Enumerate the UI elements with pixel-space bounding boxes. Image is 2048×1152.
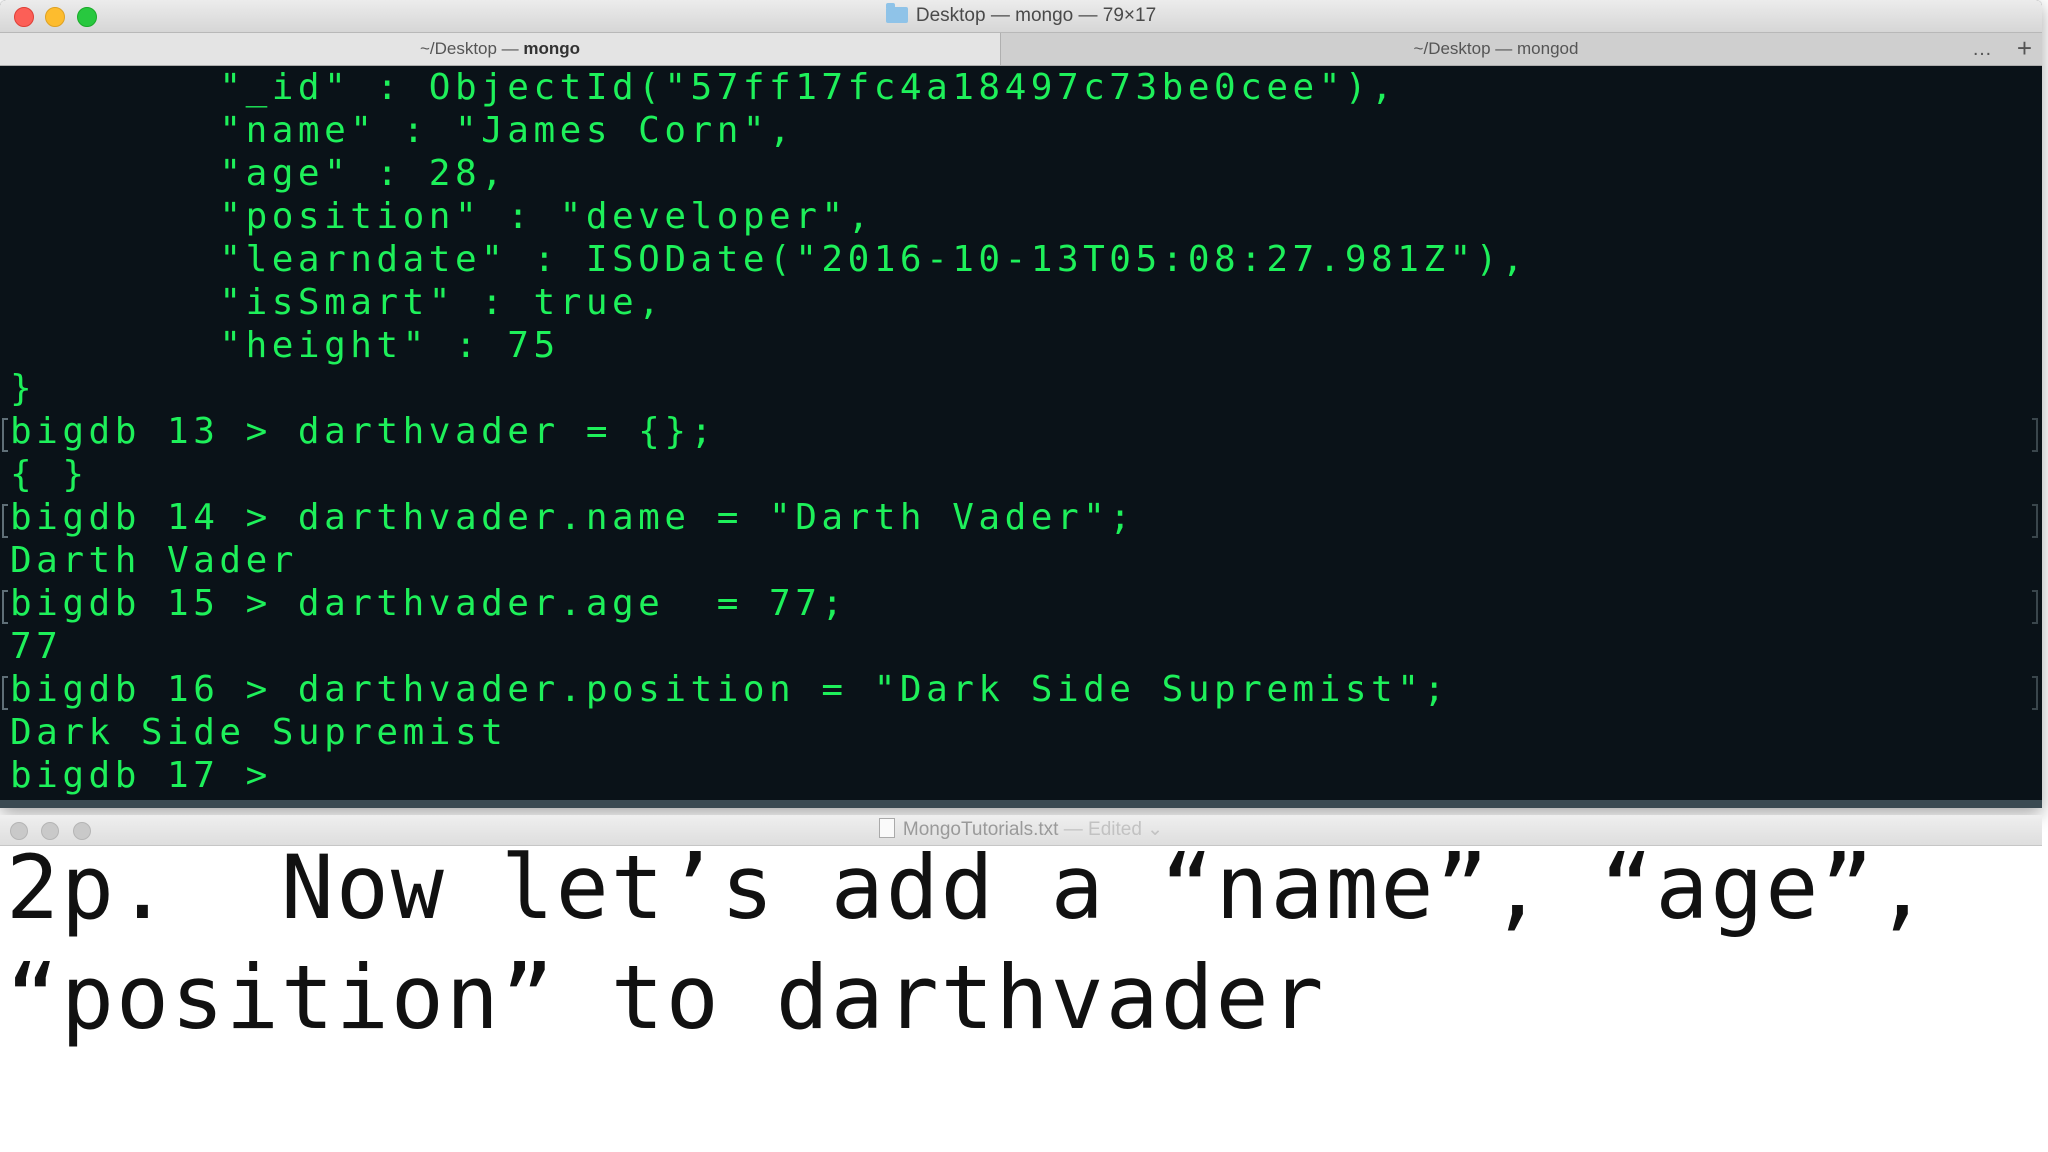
mark-bracket-right xyxy=(2032,504,2038,538)
terminal-line: "isSmart" : true, xyxy=(10,282,665,323)
new-tab-button[interactable]: + xyxy=(2017,33,2032,65)
editor-window: MongoTutorials.txt — Edited ⌄ 2p. Now le… xyxy=(0,815,2042,1152)
terminal-line: "position" : "developer", xyxy=(10,196,874,237)
terminal-line: "age" : 28, xyxy=(10,153,508,194)
terminal-titlebar[interactable]: Desktop — mongo — 79×17 xyxy=(0,0,2042,33)
tab-mongod-name: mongod xyxy=(1517,39,1579,58)
terminal-line: } xyxy=(10,368,37,409)
editor-text-line[interactable]: “position” to darthvader xyxy=(6,943,1326,1053)
terminal-current-prompt[interactable]: bigdb 17 > xyxy=(10,754,298,797)
terminal-console[interactable]: "_id" : ObjectId("57ff17fc4a18497c73be0c… xyxy=(0,66,2042,808)
tab-mongod-prefix: ~/Desktop — xyxy=(1413,39,1518,58)
terminal-line: "height" : 75 xyxy=(10,325,560,366)
mark-bracket xyxy=(2,504,8,538)
terminal-window: Desktop — mongo — 79×17 ~/Desktop — mong… xyxy=(0,0,2042,808)
mark-bracket xyxy=(2,676,8,710)
terminal-prompt-line: bigdb 13 > darthvader = {}; xyxy=(10,411,717,452)
tab-mongo-prefix: ~/Desktop — xyxy=(419,39,524,58)
tab-mongo[interactable]: ~/Desktop — mongo xyxy=(0,33,1001,65)
window-title-text: Desktop — mongo — 79×17 xyxy=(915,5,1157,26)
folder-icon xyxy=(885,3,908,23)
editor-text-line[interactable]: 2p. Now let’s add a “name”, “age”, xyxy=(6,833,1930,943)
mark-bracket xyxy=(2,418,8,452)
terminal-line: "_id" : ObjectId("57ff17fc4a18497c73be0c… xyxy=(10,67,1398,108)
terminal-line: Dark Side Supremist xyxy=(10,712,508,753)
tab-overflow-button[interactable]: … xyxy=(1972,33,1992,65)
terminal-line: 77 xyxy=(10,626,63,667)
tab-bar: ~/Desktop — mongo ~/Desktop — mongod … + xyxy=(0,33,2042,66)
window-title: Desktop — mongo — 79×17 xyxy=(0,0,2042,32)
terminal-prompt-line: bigdb 15 > darthvader.age = 77; xyxy=(10,583,848,624)
terminal-bottom-edge xyxy=(0,800,2042,808)
mark-bracket xyxy=(2,590,8,624)
tab-mongod[interactable]: ~/Desktop — mongod xyxy=(1001,33,1991,65)
terminal-line: { } xyxy=(10,454,89,495)
mark-bracket-right xyxy=(2032,418,2038,452)
terminal-line: "learndate" : ISODate("2016-10-13T05:08:… xyxy=(10,239,1529,280)
mark-bracket-right xyxy=(2032,590,2038,624)
terminal-line: Darth Vader xyxy=(10,540,298,581)
tab-mongo-name: mongo xyxy=(523,39,581,58)
terminal-prompt-line: bigdb 16 > darthvader.position = "Dark S… xyxy=(10,669,1450,710)
terminal-prompt-line: bigdb 14 > darthvader.name = "Darth Vade… xyxy=(10,497,1136,538)
mark-bracket-right xyxy=(2032,676,2038,710)
terminal-line: "name" : "James Corn", xyxy=(10,110,796,151)
